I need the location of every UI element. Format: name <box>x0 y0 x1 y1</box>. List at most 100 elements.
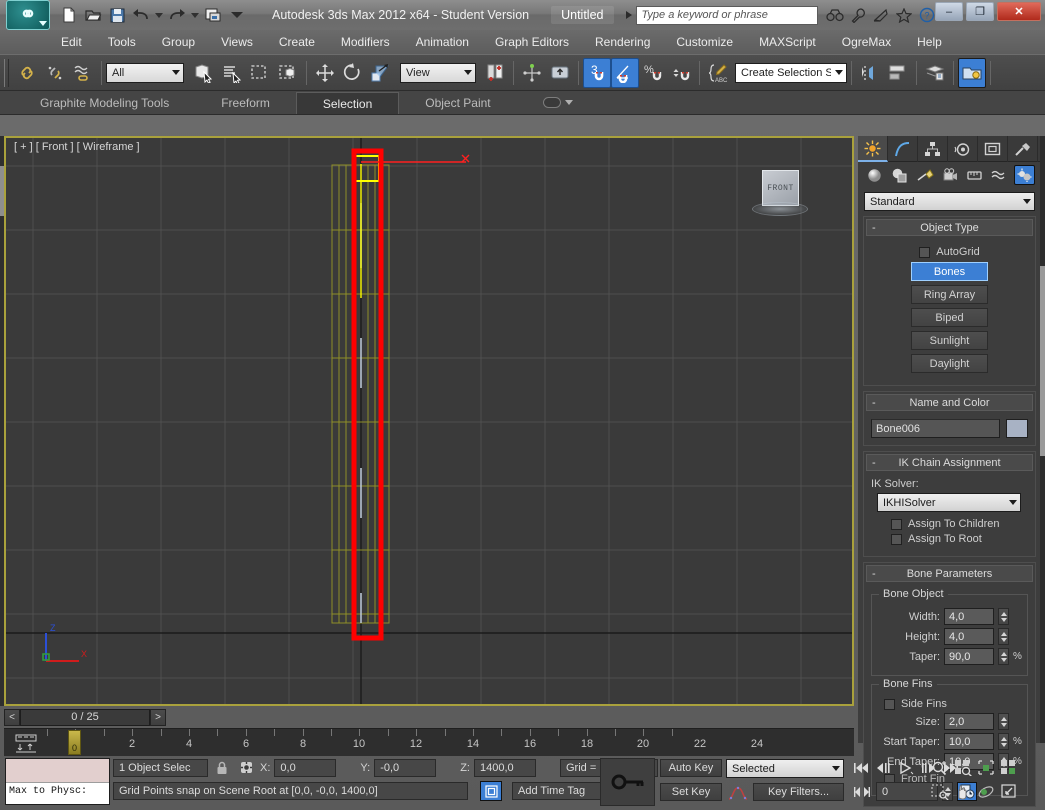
key-filters-button[interactable]: Key Filters... <box>753 783 844 801</box>
autogrid-row[interactable]: AutoGrid <box>871 246 1028 258</box>
utilities-tab-icon[interactable] <box>1008 136 1038 162</box>
track-bar[interactable]: 2 4 6 8 10 12 14 16 18 20 22 24 0 <box>4 728 854 756</box>
space-warps-icon[interactable] <box>989 165 1010 185</box>
field-of-view-icon[interactable] <box>930 782 950 801</box>
new-file-icon[interactable] <box>58 4 80 26</box>
maximize-viewport-toggle-icon[interactable] <box>999 782 1019 801</box>
fin-start-taper-spinner[interactable] <box>998 733 1009 750</box>
mirror-icon[interactable] <box>856 58 884 88</box>
open-mini-curve-editor-icon[interactable] <box>10 732 42 754</box>
next-frame-button[interactable]: > <box>150 709 166 726</box>
use-pivot-point-center-icon[interactable] <box>481 58 509 88</box>
bone-taper-spinner[interactable] <box>998 648 1009 665</box>
current-frame-display[interactable]: 0 / 25 <box>20 709 150 726</box>
rollout-header-ik-chain-assignment[interactable]: - IK Chain Assignment <box>866 454 1033 471</box>
menu-views[interactable]: Views <box>208 33 266 51</box>
coord-x-input[interactable]: 0,0 <box>274 759 336 777</box>
viewport-label[interactable]: [ + ] [ Front ] [ Wireframe ] <box>14 141 140 153</box>
ribbon-tab-graphite-modeling-tools[interactable]: Graphite Modeling Tools <box>14 92 195 114</box>
side-fins-row[interactable]: Side Fins <box>884 698 1021 710</box>
zoom-extents-icon[interactable] <box>976 758 996 777</box>
angle-snap-toggle-icon[interactable] <box>611 58 639 88</box>
coord-z-input[interactable]: 1400,0 <box>474 759 536 777</box>
percent-snap-toggle-icon[interactable]: % <box>639 58 667 88</box>
zoom-icon[interactable] <box>930 758 950 777</box>
viewport-container[interactable]: [ + ] [ Front ] [ Wireframe ] FRONT Z X <box>4 136 854 706</box>
satellite-dish-icon[interactable] <box>873 8 889 23</box>
pan-view-icon[interactable] <box>953 782 973 801</box>
ribbon-minimize-icon[interactable] <box>543 97 561 108</box>
search-expand-icon[interactable] <box>626 11 632 19</box>
previous-frame-icon[interactable] <box>874 758 894 777</box>
shapes-icon[interactable] <box>889 165 910 185</box>
object-type-sunlight-button[interactable]: Sunlight <box>911 331 988 350</box>
menu-modifiers[interactable]: Modifiers <box>328 33 403 51</box>
listener-input-pane[interactable]: Max to Physc: <box>6 783 109 804</box>
set-key-filters-curve-icon[interactable] <box>726 783 750 802</box>
listener-output-pane[interactable] <box>6 759 109 783</box>
menu-maxscript[interactable]: MAXScript <box>746 33 829 51</box>
assign-to-children-row[interactable]: Assign To Children <box>891 518 1028 530</box>
lights-icon[interactable] <box>914 165 935 185</box>
project-folder-icon[interactable] <box>202 4 224 26</box>
view-cube[interactable]: FRONT <box>752 168 808 220</box>
star-icon[interactable] <box>896 8 912 23</box>
object-type-ring-array-button[interactable]: Ring Array <box>911 285 988 304</box>
padlock-icon[interactable] <box>212 758 232 777</box>
fin-size-input[interactable]: 2,0 <box>944 713 994 730</box>
assign-to-root-checkbox[interactable] <box>891 534 902 545</box>
coord-y-input[interactable]: -0,0 <box>374 759 436 777</box>
application-menu-button[interactable]: ⚭ <box>6 0 50 30</box>
bone-width-input[interactable]: 4,0 <box>944 608 994 625</box>
redo-dropdown-icon[interactable] <box>191 13 199 18</box>
chevron-down-icon[interactable] <box>565 100 573 105</box>
set-key-button[interactable]: Set Key <box>660 783 722 801</box>
selection-level-dropdown[interactable]: Selected <box>726 759 844 778</box>
zoom-extents-all-icon[interactable] <box>999 758 1019 777</box>
orbit-icon[interactable] <box>976 782 996 801</box>
object-type-bones-button[interactable]: Bones <box>911 262 988 281</box>
menu-create[interactable]: Create <box>266 33 328 51</box>
select-object-icon[interactable] <box>190 58 218 88</box>
minimize-button[interactable]: – <box>935 2 963 21</box>
reference-coordinate-system-dropdown[interactable]: View <box>400 63 476 83</box>
menu-ogremax[interactable]: OgreMax <box>829 33 904 51</box>
rollout-header-name-and-color[interactable]: - Name and Color <box>866 394 1033 411</box>
subcategory-dropdown[interactable]: Standard <box>864 192 1035 211</box>
select-and-move-icon[interactable] <box>311 58 339 88</box>
previous-frame-button[interactable]: < <box>4 709 20 726</box>
undo-icon[interactable] <box>130 4 152 26</box>
selection-filter-dropdown[interactable]: All <box>106 63 184 83</box>
edit-named-selection-sets-icon[interactable]: ABC <box>704 58 732 88</box>
assign-to-children-checkbox[interactable] <box>891 519 902 530</box>
scrollbar-thumb[interactable] <box>1040 266 1045 456</box>
material-editor-icon[interactable] <box>958 58 986 88</box>
select-by-name-icon[interactable] <box>218 58 246 88</box>
layer-manager-icon[interactable] <box>921 58 949 88</box>
save-icon[interactable] <box>106 4 128 26</box>
wrench-icon[interactable] <box>851 8 866 23</box>
ik-solver-dropdown[interactable]: IKHISolver <box>877 493 1021 512</box>
bone-taper-input[interactable]: 90,0 <box>944 648 994 665</box>
rollout-header-bone-parameters[interactable]: - Bone Parameters <box>866 565 1033 582</box>
rollout-header-object-type[interactable]: - Object Type <box>866 219 1033 236</box>
cameras-icon[interactable] <box>939 165 960 185</box>
ribbon-tab-selection[interactable]: Selection <box>296 92 399 114</box>
keyboard-shortcut-override-icon[interactable] <box>546 58 574 88</box>
rectangular-selection-region-icon[interactable] <box>246 58 274 88</box>
autogrid-checkbox[interactable] <box>919 247 930 258</box>
unlink-selection-icon[interactable] <box>41 58 69 88</box>
object-type-biped-button[interactable]: Biped <box>911 308 988 327</box>
maxscript-mini-listener[interactable]: Max to Physc: <box>5 758 110 805</box>
bone-height-spinner[interactable] <box>998 628 1009 645</box>
close-button[interactable]: ✕ <box>997 2 1041 21</box>
adaptive-degradation-icon[interactable] <box>480 781 502 801</box>
toolbar-grip[interactable] <box>4 59 9 87</box>
play-animation-icon[interactable] <box>896 758 916 777</box>
current-frame-input[interactable]: 0 <box>876 782 938 801</box>
side-fins-checkbox[interactable] <box>884 699 895 710</box>
align-icon[interactable] <box>884 58 912 88</box>
fin-start-taper-input[interactable]: 10,0 <box>944 733 994 750</box>
bone-width-spinner[interactable] <box>998 608 1009 625</box>
maximize-button[interactable]: ❐ <box>966 2 994 21</box>
